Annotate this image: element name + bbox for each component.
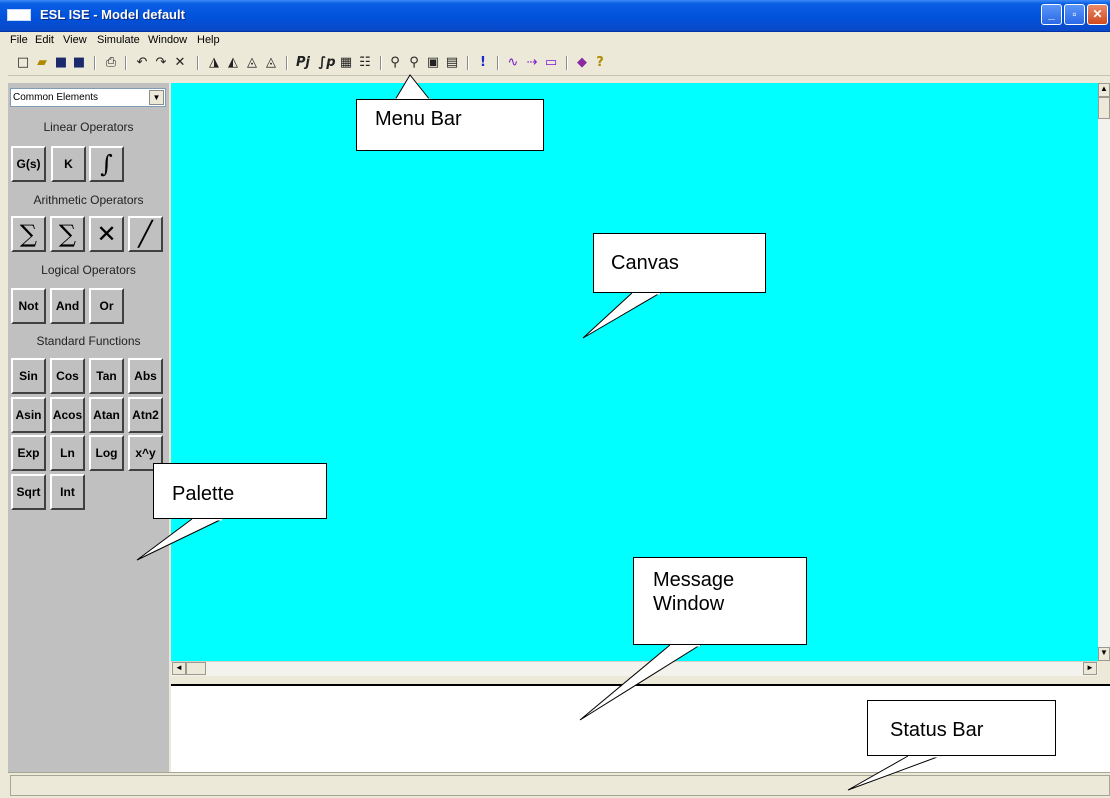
- callout-tail-palette: [136, 518, 223, 561]
- callout-tails: [136, 74, 941, 791]
- callout-tail-menu-bar: [394, 74, 432, 101]
- callout-message-window-line2: Window: [653, 593, 725, 615]
- callout-message-window-line1: Message: [653, 569, 735, 591]
- callout-status-bar: Status Bar: [867, 700, 1056, 756]
- callout-canvas: Canvas: [593, 233, 766, 293]
- callout-menu-bar: Menu Bar: [356, 99, 544, 151]
- callout-message-window: Message Window: [633, 557, 807, 645]
- callout-tail-status-bar: [847, 755, 941, 791]
- callout-tail-canvas: [582, 292, 662, 339]
- callout-tail-message-window: [579, 644, 702, 721]
- callout-palette: Palette: [153, 463, 327, 519]
